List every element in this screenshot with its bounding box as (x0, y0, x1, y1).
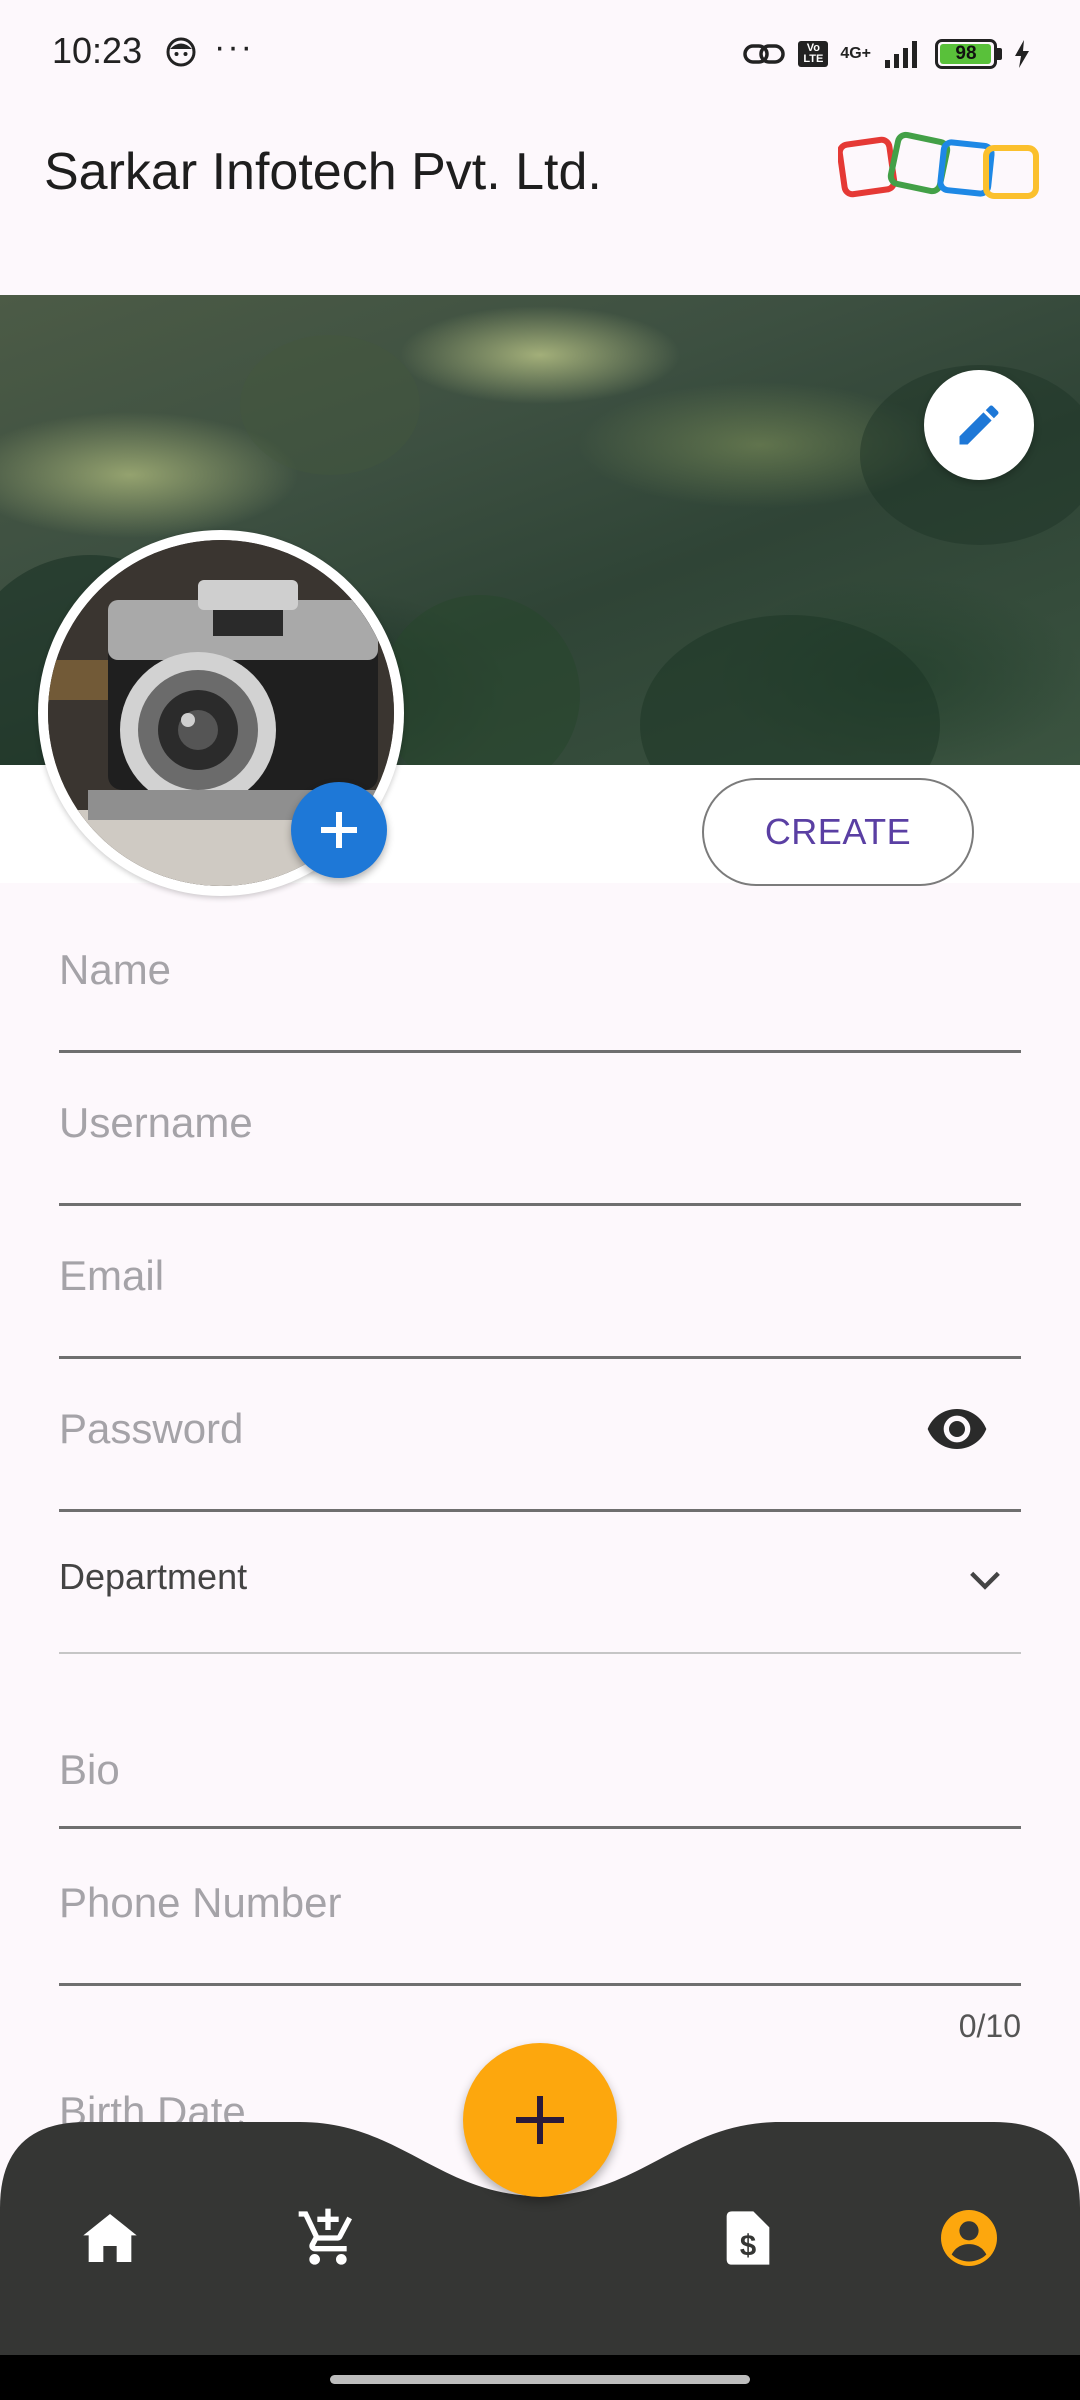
plus-icon (321, 812, 357, 848)
password-field[interactable]: Password (59, 1359, 1021, 1512)
network-type: 4G+ (840, 45, 871, 62)
eye-icon[interactable] (925, 1397, 989, 1461)
name-label: Name (59, 946, 172, 993)
add-fab-button[interactable] (463, 2043, 617, 2197)
phone-character-counter: 0/10 (958, 2008, 1021, 2044)
phone-number-label: Phone Number (59, 1879, 342, 1926)
email-field[interactable]: Email (59, 1206, 1021, 1359)
battery-tip (997, 48, 1002, 60)
status-icons: Vo LTE 4G+ 98 (742, 32, 1030, 76)
company-logo-icon (838, 131, 1039, 199)
battery-icon: 98 (935, 39, 997, 69)
more-notifications-icon: ··· (214, 28, 254, 66)
create-button[interactable]: CREATE (702, 778, 974, 886)
name-field[interactable]: Name (59, 900, 1021, 1053)
link-icon (743, 44, 786, 64)
status-time: 10:23 (52, 30, 143, 71)
plus-icon (516, 2096, 564, 2144)
battery-level: 98 (955, 43, 977, 64)
signal-icon (885, 41, 917, 68)
notification-face-icon (166, 37, 196, 67)
home-gesture-handle[interactable] (330, 2375, 750, 2384)
home-icon[interactable] (78, 2206, 142, 2270)
username-label: Username (59, 1099, 253, 1146)
password-label: Password (59, 1405, 244, 1452)
charging-icon (1015, 40, 1029, 68)
bio-field[interactable]: Bio (59, 1654, 1021, 1829)
bio-label: Bio (59, 1746, 120, 1793)
edit-cover-button[interactable] (924, 370, 1034, 480)
add-photo-button[interactable] (291, 782, 387, 878)
volte-icon: Vo LTE (798, 41, 829, 67)
phone-number-field[interactable]: Phone Number (59, 1829, 1021, 1986)
chevron-down-icon (970, 1571, 1000, 1590)
cart-add-icon[interactable] (296, 2206, 360, 2270)
email-label: Email (59, 1252, 165, 1299)
department-dropdown[interactable]: Department (59, 1510, 1021, 1654)
username-field[interactable]: Username (59, 1053, 1021, 1206)
invoice-dollar-icon[interactable]: $ (716, 2206, 780, 2270)
svg-text:$: $ (740, 2229, 756, 2262)
account-icon[interactable] (937, 2206, 1001, 2270)
status-bar: 10:23 ··· Vo LTE 4G+ 98 (0, 0, 1080, 100)
app-bar: Sarkar Infotech Pvt. Ltd. (0, 100, 1080, 295)
pencil-icon (959, 405, 999, 445)
department-label: Department (59, 1556, 248, 1597)
page-title: Sarkar Infotech Pvt. Ltd. (44, 143, 602, 201)
